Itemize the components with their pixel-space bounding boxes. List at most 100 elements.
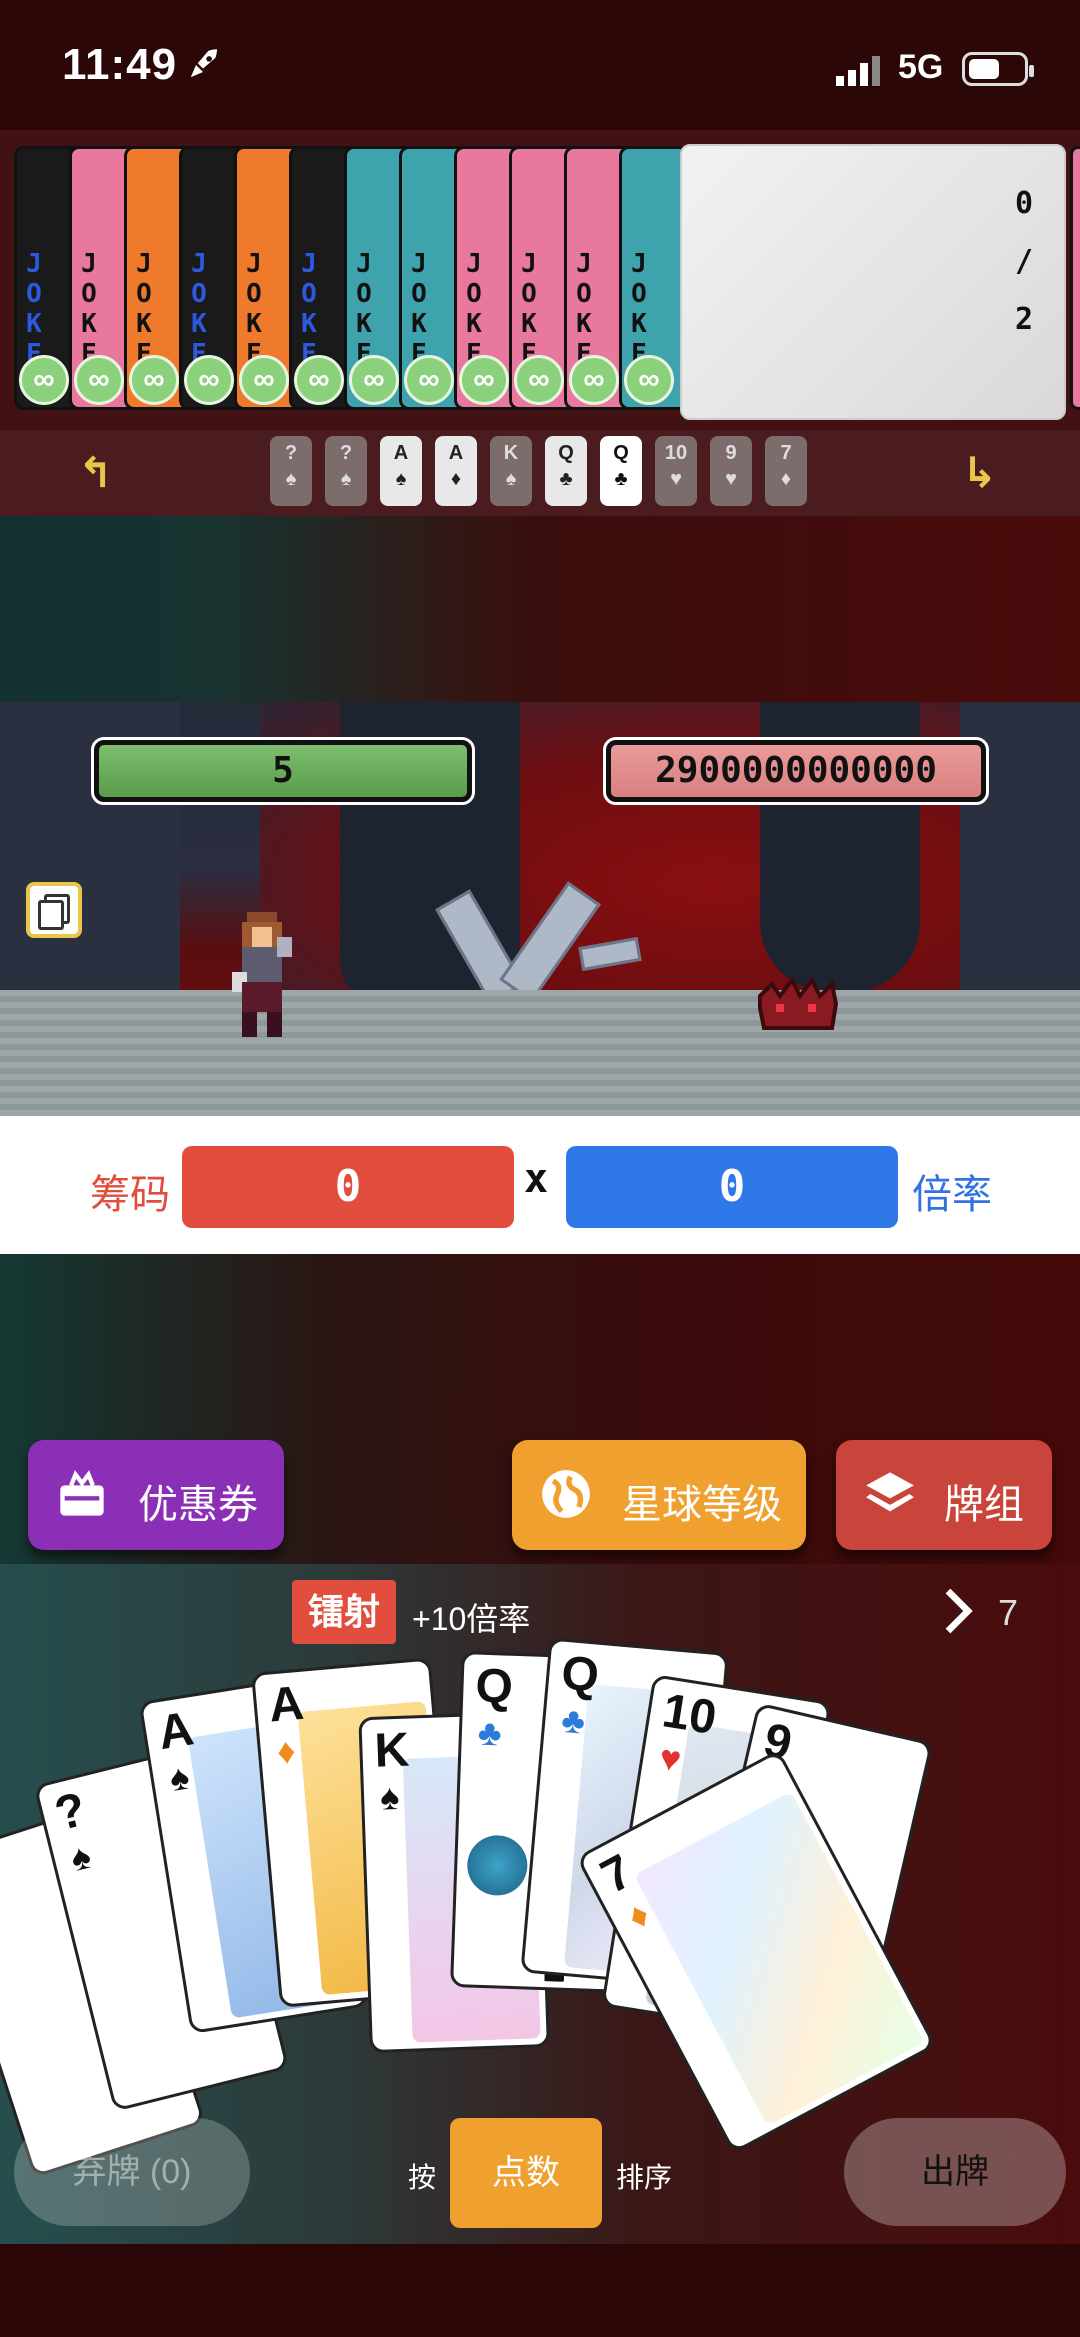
joker-card-text: J O K E [81, 249, 97, 369]
mult-label: 倍率 [912, 1173, 992, 1217]
chips-label: 筹码 [90, 1173, 170, 1217]
network-label: 5G [898, 48, 944, 86]
coupon-label: 优惠券 [138, 1483, 258, 1527]
planet-level-button[interactable]: 星球等级 [512, 1440, 806, 1550]
player-hp-bar: 5 [91, 737, 475, 805]
joker-card-text: J O K E [301, 249, 317, 369]
played-card-rank: 10 [664, 442, 688, 464]
score-bar: 筹码 0 x 0 倍率 [0, 1116, 1080, 1254]
joker-card-text: J O K E [356, 249, 372, 369]
redo-arrow-icon[interactable]: ↳ [962, 448, 997, 497]
infinity-badge: ∞ [294, 355, 344, 405]
deck-button[interactable]: 牌组 [836, 1440, 1052, 1550]
hand-card-suit: ♣ [477, 1711, 503, 1754]
played-card-suit: ♣ [559, 468, 573, 490]
hand-card-suit: ♦ [275, 1729, 298, 1773]
sort-by-rank-button[interactable]: 点数 [450, 2118, 602, 2228]
joker-card-text: J O K E [246, 249, 262, 369]
joker-card-text: J O K E [411, 249, 427, 369]
joker-detail-line: 0 [1014, 186, 1034, 221]
joker-card-text: J O K E [631, 249, 647, 369]
played-card-suit: ♠ [395, 468, 407, 490]
ground [0, 990, 1080, 1116]
played-card-suit: ♠ [285, 468, 297, 490]
joker-card-text: J O K E [521, 249, 537, 369]
played-card-rank: A [448, 442, 464, 464]
infinity-badge: ∞ [19, 355, 69, 405]
hand-card-suit: ♠ [166, 1755, 193, 1800]
infinity-badge: ∞ [129, 355, 179, 405]
joker-card[interactable]: J O K E ∞ [619, 146, 689, 410]
played-card-rank: 7 [780, 442, 792, 464]
status-time: 11:49 [62, 40, 178, 89]
play-button[interactable]: 出牌 [844, 2118, 1066, 2226]
chevron-right-icon[interactable] [938, 1586, 978, 1636]
hero-sprite [232, 912, 292, 1037]
globe-icon [542, 1470, 590, 1518]
played-card-rank: ? [284, 442, 298, 464]
infinity-badge: ∞ [74, 355, 124, 405]
joker-card-text: J O K E [136, 249, 152, 369]
rocket-icon [190, 49, 217, 78]
coupon-button[interactable]: 优惠券 [28, 1440, 284, 1550]
played-card-suit: ♣ [614, 468, 628, 490]
played-card-rank: Q [558, 442, 574, 464]
played-hand-row: ↰ ? ♠? ♠ A ♠ A ♦ K ♠ Q ♣ Q ♣ 10 ♥ 9 ♥ 7 ♦ ↳ [0, 430, 1080, 516]
hand-card-suit: ♠ [66, 1834, 95, 1880]
played-card: K ♠ [490, 436, 532, 506]
infinity-badge: ∞ [349, 355, 399, 405]
deck-label: 牌组 [944, 1483, 1024, 1527]
times-sign: x [524, 1156, 549, 1202]
copy-icon[interactable] [26, 882, 82, 938]
infinity-badge: ∞ [184, 355, 234, 405]
hand-card-suit: ♣ [559, 1698, 587, 1742]
played-card: 9 ♥ [710, 436, 752, 506]
infinity-badge: ∞ [239, 355, 289, 405]
joker-card-edge[interactable] [1070, 146, 1080, 410]
infinity-badge: ∞ [459, 355, 509, 405]
played-card-rank: A [393, 442, 409, 464]
joker-card-text: J O K E [466, 249, 482, 369]
hand-card-rank: Q [559, 1646, 602, 1703]
joker-detail-panel: 0 / 2 [680, 144, 1066, 420]
joker-strip[interactable]: J O K E ∞ J O K E ∞ J O K E ∞ J O K E ∞ J O K E ∞… [0, 130, 1080, 430]
joker-card-text: J O K E [191, 249, 207, 369]
played-card: 10 ♥ [655, 436, 697, 506]
hand-card-rank: K [373, 1723, 411, 1778]
played-card: A ♠ [380, 436, 422, 506]
played-card: ? ♠ [270, 436, 312, 506]
edition-effect: +10倍率 [412, 1601, 531, 1637]
played-card: A ♦ [435, 436, 477, 506]
status-bar: 11:49 5G [0, 0, 1080, 130]
signal-icon [836, 56, 880, 86]
layers-icon [866, 1472, 914, 1512]
played-card-rank: K [503, 442, 519, 464]
joker-card-text: J O K E [576, 249, 592, 369]
joker-card-text: J O K E [26, 249, 42, 369]
battle-scene: 5 2900000000000 [0, 702, 1080, 1116]
edition-tag: 镭射 [292, 1580, 397, 1644]
hand-count: 7 [998, 1592, 1019, 1633]
mult-value: 0 [566, 1146, 898, 1228]
played-card: Q ♣ [545, 436, 587, 506]
hand-card-suit: ♥ [656, 1736, 685, 1781]
sort-prefix: 按 [408, 2162, 437, 2193]
played-card: ? ♠ [325, 436, 367, 506]
played-card-suit: ♥ [725, 468, 737, 490]
undo-arrow-icon[interactable]: ↰ [78, 448, 113, 497]
discard-button[interactable]: 弃牌 (0) [14, 2118, 250, 2226]
infinity-badge: ∞ [624, 355, 674, 405]
sort-suffix: 排序 [616, 2162, 673, 2193]
background-band [0, 516, 1080, 702]
hand-card-rank: A [154, 1702, 198, 1761]
infinity-badge: ∞ [404, 355, 454, 405]
chips-value: 0 [182, 1146, 514, 1228]
hand-card-rank: Q [474, 1659, 514, 1714]
played-card-rank: 9 [725, 442, 737, 464]
hand-card-rank: A [266, 1676, 306, 1733]
planet-level-label: 星球等级 [622, 1483, 782, 1527]
infinity-badge: ∞ [514, 355, 564, 405]
battery-icon [962, 52, 1034, 86]
hand-card-suit: ♠ [379, 1775, 400, 1818]
game-screen: 11:49 5G J O K E ∞ J O K E ∞ J O K E ∞ J O K E… [0, 0, 1080, 2337]
